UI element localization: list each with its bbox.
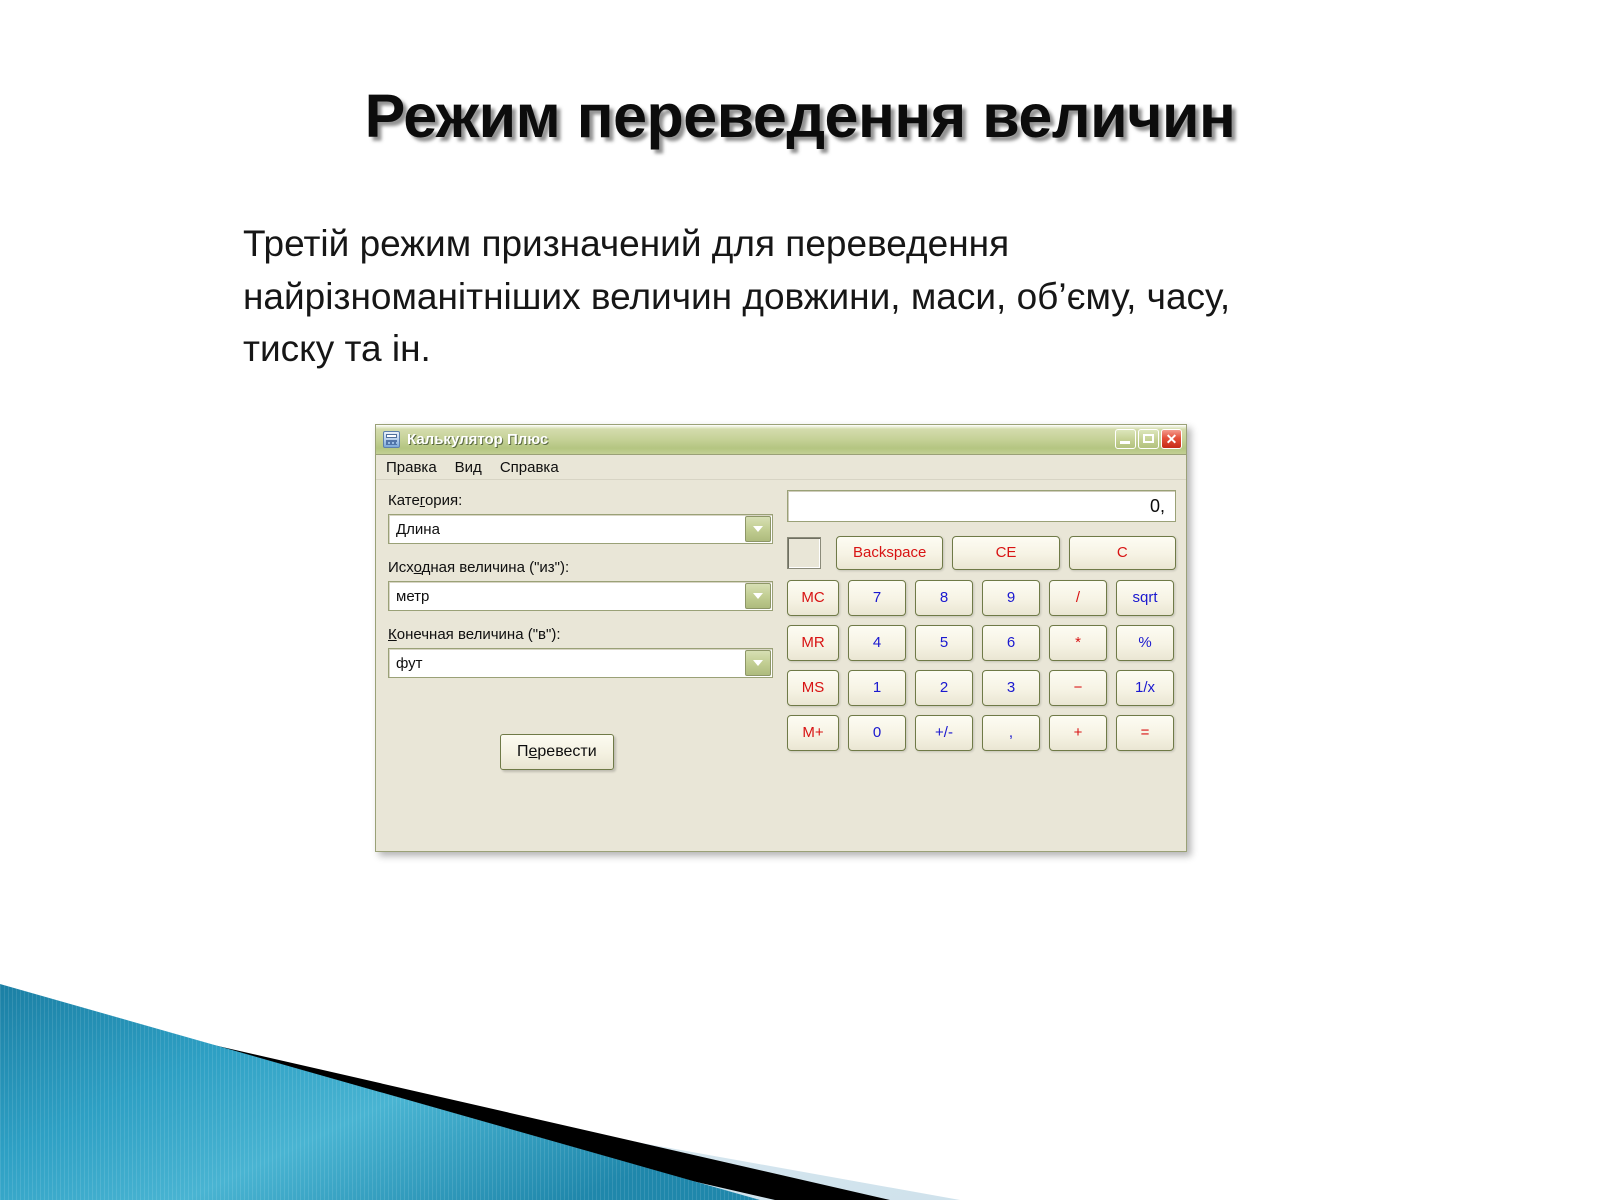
target-unit-label-post: онечная величина ("в"): [396, 626, 561, 643]
slide-body-text: Третій режим призначений для переведення… [243, 223, 1231, 370]
calculator-icon [383, 431, 400, 448]
source-unit-label-post: дная величина ("из"): [421, 559, 570, 576]
key-5[interactable]: 5 [915, 625, 973, 661]
key-7[interactable]: 7 [848, 580, 906, 616]
chevron-down-icon[interactable] [745, 650, 771, 676]
menu-item-help[interactable]: Справка [500, 459, 559, 476]
page-title: Режим переведення величин [364, 82, 1236, 150]
source-unit-label-pre: Исх [388, 559, 414, 576]
category-select[interactable]: Длина [388, 514, 773, 544]
key-6[interactable]: 6 [982, 625, 1040, 661]
key-0[interactable]: 0 [848, 715, 906, 751]
category-label-pre: Кате [388, 492, 420, 509]
clear-entry-button[interactable]: CE [952, 536, 1060, 570]
keypad-grid: MC 7 8 9 / sqrt MR 4 5 6 * % MS 1 2 3 − … [787, 580, 1176, 751]
window-titlebar[interactable]: Калькулятор Плюс ✕ [376, 425, 1186, 455]
key-minus[interactable]: − [1049, 670, 1107, 706]
key-9[interactable]: 9 [982, 580, 1040, 616]
convert-button-pre: П [517, 743, 529, 760]
key-mc[interactable]: MC [787, 580, 839, 616]
target-unit-label: Конечная величина ("в"): [388, 626, 773, 643]
decoration-teal-wedge [0, 984, 760, 1200]
target-unit-label-accesskey: К [388, 626, 397, 643]
key-2[interactable]: 2 [915, 670, 973, 706]
source-unit-label-accesskey: о [413, 559, 422, 576]
menubar: Правка Вид Справка [376, 455, 1186, 480]
maximize-icon[interactable] [1138, 429, 1159, 449]
key-reciprocal[interactable]: 1/x [1116, 670, 1174, 706]
convert-button-post: ревести [537, 743, 597, 760]
keypad-top-row: Backspace CE C [787, 536, 1176, 570]
target-unit-select-value: фут [396, 654, 423, 672]
convert-button-row: Перевести [388, 734, 773, 770]
source-unit-select-value: метр [396, 587, 430, 605]
key-8[interactable]: 8 [915, 580, 973, 616]
decoration-black-stripe [0, 996, 890, 1200]
key-4[interactable]: 4 [848, 625, 906, 661]
key-sqrt[interactable]: sqrt [1116, 580, 1174, 616]
menu-item-view[interactable]: Вид [455, 459, 482, 476]
category-select-value: Длина [396, 520, 440, 538]
key-3[interactable]: 3 [982, 670, 1040, 706]
chevron-down-icon[interactable] [745, 516, 771, 542]
window-title: Калькулятор Плюс [407, 431, 549, 448]
chevron-down-icon[interactable] [745, 583, 771, 609]
source-unit-label: Исходная величина ("из"): [388, 559, 773, 576]
convert-button[interactable]: Перевести [500, 734, 614, 770]
decoration-teal-texture [0, 984, 760, 1200]
keypad-panel: 0, Backspace CE C MC 7 8 9 / sqrt MR 4 5… [773, 488, 1176, 852]
memory-indicator [787, 537, 821, 569]
calculator-body: Категория: Длина Исходная величина ("из"… [376, 480, 1186, 852]
key-percent[interactable]: % [1116, 625, 1174, 661]
calculator-window: Калькулятор Плюс ✕ Правка Вид Справка Ка… [375, 424, 1187, 852]
key-plus[interactable]: + [1049, 715, 1107, 751]
key-sign[interactable]: +/- [915, 715, 973, 751]
key-ms[interactable]: MS [787, 670, 839, 706]
decoration-pale-wedge [0, 1028, 960, 1200]
display-field[interactable]: 0, [787, 490, 1176, 522]
backspace-button[interactable]: Backspace [836, 536, 944, 570]
display-value: 0, [1149, 495, 1165, 516]
menu-item-edit[interactable]: Правка [386, 459, 437, 476]
decoration-shapes [0, 984, 960, 1200]
key-multiply[interactable]: * [1049, 625, 1107, 661]
source-unit-select[interactable]: метр [388, 581, 773, 611]
key-decimal[interactable]: , [982, 715, 1040, 751]
key-1[interactable]: 1 [848, 670, 906, 706]
key-m-plus[interactable]: M+ [787, 715, 839, 751]
minimize-icon[interactable] [1115, 429, 1136, 449]
converter-panel: Категория: Длина Исходная величина ("из"… [388, 488, 773, 852]
slide-decoration [0, 950, 960, 1200]
clear-button[interactable]: C [1068, 536, 1176, 570]
key-mr[interactable]: MR [787, 625, 839, 661]
close-icon[interactable]: ✕ [1161, 429, 1182, 449]
close-glyph: ✕ [1165, 431, 1178, 447]
window-controls: ✕ [1115, 429, 1182, 449]
target-unit-select[interactable]: фут [388, 648, 773, 678]
category-label-post: ория: [424, 492, 463, 509]
key-equals[interactable]: = [1116, 715, 1174, 751]
key-divide[interactable]: / [1049, 580, 1107, 616]
category-label: Категория: [388, 492, 773, 509]
